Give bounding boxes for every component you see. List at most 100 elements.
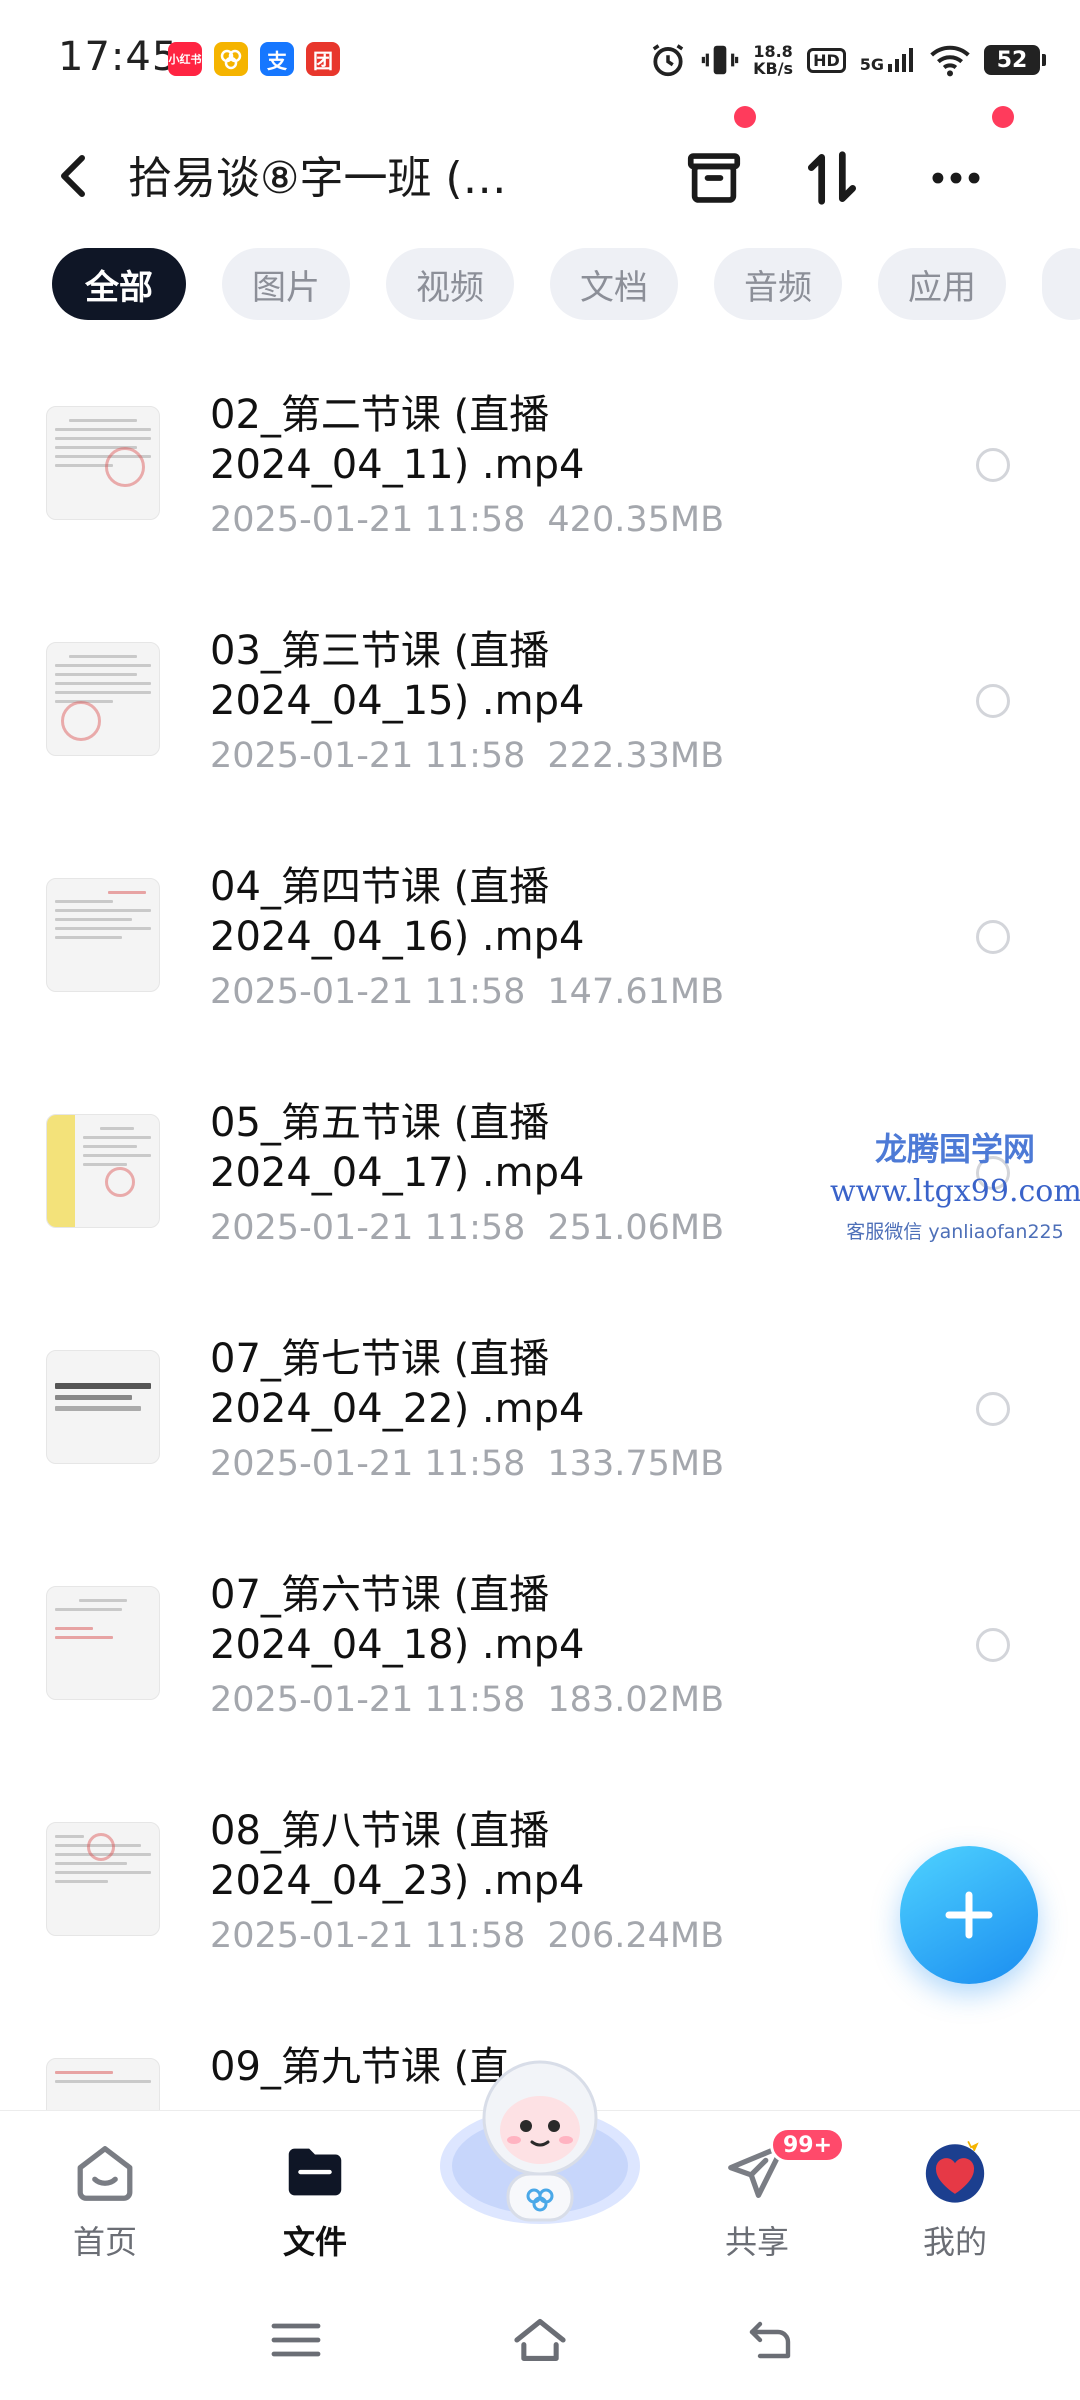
file-name-line2: 2024_04_23) .mp4 xyxy=(210,1858,585,1904)
file-row[interactable]: 07_第七节课 (直播 2024_04_22) .mp4 2025-01-21 1… xyxy=(0,1294,1080,1530)
file-size: 183.02MB xyxy=(547,1680,725,1720)
menu-lines-icon[interactable] xyxy=(256,2310,336,2370)
cluster-app-icon xyxy=(214,42,248,76)
nav-home[interactable]: 首页 xyxy=(30,2137,180,2267)
chip-audio[interactable]: 音频 xyxy=(714,248,842,320)
back-arrow-icon[interactable] xyxy=(730,2310,810,2370)
status-time: 17:45 xyxy=(58,34,179,80)
heart-avatar-icon xyxy=(920,2137,990,2207)
xiaohongshu-icon: 小红书 xyxy=(168,42,202,76)
file-date: 2025-01-21 11:58 xyxy=(210,736,526,776)
file-size: 133.75MB xyxy=(547,1444,725,1484)
chevron-left-icon xyxy=(61,155,85,197)
file-row[interactable]: 02_第二节课 (直播 2024_04_11) .mp4 2025-01-21 1… xyxy=(0,350,1080,586)
archive-box-icon xyxy=(687,153,741,203)
alarm-icon xyxy=(652,44,684,77)
file-name-line2: 2024_04_17) .mp4 xyxy=(210,1150,585,1196)
file-name-line1: 07_第六节课 (直播 xyxy=(210,1572,550,1618)
chip-apps[interactable]: 应用 xyxy=(878,248,1006,320)
back-button[interactable] xyxy=(44,146,104,206)
watermark-title: 龙腾国学网 xyxy=(874,1130,1035,1168)
meituan-icon: 团 xyxy=(306,42,340,76)
battery-indicator: 52 xyxy=(984,45,1046,75)
file-name: 04_第四节课 (直播 2024_04_16) .mp4 xyxy=(210,862,910,962)
file-name: 05_第五节课 (直播 2024_04_17) .mp4 xyxy=(210,1098,910,1198)
network-type: 5G xyxy=(859,55,884,74)
home-outline-icon[interactable] xyxy=(500,2310,580,2370)
watermark: 龙腾国学网 www.ltgx99.com 客服微信 yanliaofan225 xyxy=(830,1124,1080,1244)
select-radio[interactable] xyxy=(976,1628,1010,1662)
folder-icon xyxy=(280,2137,350,2207)
home-icon xyxy=(70,2137,140,2207)
network-speed-value: 18.8 xyxy=(753,42,793,61)
chip-documents[interactable]: 文档 xyxy=(550,248,678,320)
status-bar: 17:45 小红书 支 团 18.8 KB/s HD 5G 52 xyxy=(0,0,1080,118)
file-name: 08_第八节课 (直播 2024_04_23) .mp4 xyxy=(210,1806,910,1906)
nav-share-label: 共享 xyxy=(724,2223,789,2261)
select-radio[interactable] xyxy=(976,920,1010,954)
file-size: 251.06MB xyxy=(547,1208,725,1248)
file-date: 2025-01-21 11:58 xyxy=(210,1680,526,1720)
file-meta: 2025-01-21 11:58 222.33MB xyxy=(210,736,724,776)
file-size: 147.61MB xyxy=(547,972,725,1012)
file-thumbnail xyxy=(46,1586,160,1700)
file-name: 03_第三节课 (直播 2024_04_15) .mp4 xyxy=(210,626,910,726)
nav-profile-label: 我的 xyxy=(922,2223,987,2261)
nav-share[interactable]: 99+ 共享 xyxy=(682,2127,846,2267)
more-dots-icon xyxy=(932,172,980,184)
nav-files-label: 文件 xyxy=(282,2223,347,2261)
file-name-line1: 04_第四节课 (直播 xyxy=(210,864,550,910)
chip-all[interactable]: 全部 xyxy=(52,248,186,320)
file-name-line1: 02_第二节课 (直播 xyxy=(210,392,550,438)
nav-files[interactable]: 文件 xyxy=(240,2137,390,2267)
file-date: 2025-01-21 11:58 xyxy=(210,1208,526,1248)
page-title: 拾易谈⑧字一班 (… xyxy=(128,153,507,204)
file-date: 2025-01-21 11:58 xyxy=(210,1916,526,1956)
chip-images[interactable]: 图片 xyxy=(222,248,350,320)
filter-chips: 全部 图片 视频 文档 音频 应用 xyxy=(52,248,1080,320)
share-badge: 99+ xyxy=(770,2127,846,2163)
network-speed-unit: KB/s xyxy=(753,59,794,78)
file-meta: 2025-01-21 11:58 251.06MB xyxy=(210,1208,724,1248)
add-button[interactable] xyxy=(900,1846,1038,1984)
file-name-line1: 07_第七节课 (直播 xyxy=(210,1336,550,1382)
file-row[interactable]: 03_第三节课 (直播 2024_04_15) .mp4 2025-01-21 1… xyxy=(0,586,1080,822)
file-thumbnail xyxy=(46,878,160,992)
file-name-line2: 2024_04_11) .mp4 xyxy=(210,442,585,488)
mascot-astronaut-icon[interactable] xyxy=(430,2046,650,2236)
file-row[interactable]: 07_第六节课 (直播 2024_04_18) .mp4 2025-01-21 1… xyxy=(0,1530,1080,1766)
select-radio[interactable] xyxy=(976,684,1010,718)
file-name-line1: 03_第三节课 (直播 xyxy=(210,628,550,674)
chip-more-partial[interactable] xyxy=(1042,248,1080,320)
status-indicators: 18.8 KB/s HD 5G 52 xyxy=(649,38,1046,82)
archive-button[interactable] xyxy=(672,136,756,220)
signal-indicator: 5G xyxy=(860,46,916,74)
select-radio[interactable] xyxy=(976,1392,1010,1426)
file-thumbnail xyxy=(46,1114,160,1228)
file-row[interactable]: 04_第四节课 (直播 2024_04_16) .mp4 2025-01-21 1… xyxy=(0,822,1080,1058)
sort-arrows-icon xyxy=(807,151,857,205)
wifi-icon xyxy=(930,45,970,77)
file-meta: 2025-01-21 11:58 420.35MB xyxy=(210,500,724,540)
file-thumbnail xyxy=(46,642,160,756)
network-speed: 18.8 KB/s xyxy=(753,43,793,77)
alipay-icon: 支 xyxy=(260,42,294,76)
nav-profile[interactable]: 我的 xyxy=(880,2137,1030,2267)
more-button[interactable] xyxy=(914,136,998,220)
sort-button[interactable] xyxy=(790,136,874,220)
file-meta: 2025-01-21 11:58 133.75MB xyxy=(210,1444,724,1484)
file-name-line1: 08_第八节课 (直播 xyxy=(210,1808,550,1854)
archive-notification-dot xyxy=(734,106,756,128)
file-size: 420.35MB xyxy=(547,500,725,540)
plus-icon xyxy=(945,1891,993,1939)
chip-videos[interactable]: 视频 xyxy=(386,248,514,320)
file-name-line2: 2024_04_16) .mp4 xyxy=(210,914,585,960)
file-date: 2025-01-21 11:58 xyxy=(210,972,526,1012)
watermark-url: www.ltgx99.com xyxy=(830,1174,1080,1209)
select-radio[interactable] xyxy=(976,448,1010,482)
file-thumbnail xyxy=(46,1822,160,1936)
more-notification-dot xyxy=(992,106,1014,128)
watermark-contact: 客服微信 yanliaofan225 xyxy=(846,1221,1064,1243)
file-name: 07_第七节课 (直播 2024_04_22) .mp4 xyxy=(210,1334,910,1434)
file-date: 2025-01-21 11:58 xyxy=(210,500,526,540)
